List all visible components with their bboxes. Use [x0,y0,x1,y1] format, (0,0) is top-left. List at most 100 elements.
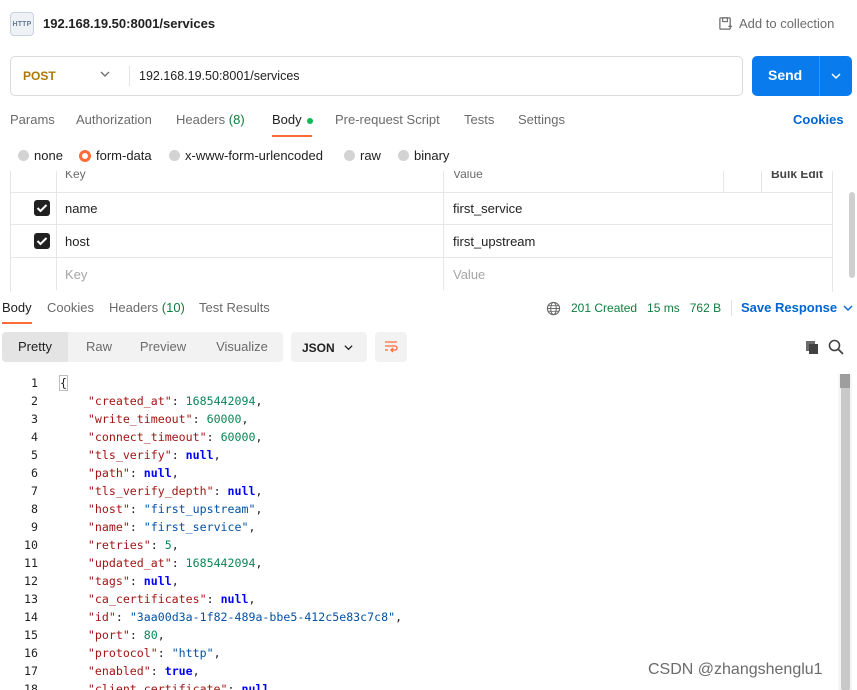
line-number: 10 [24,538,38,552]
tab-pre-request-script[interactable]: Pre-request Script [335,112,440,127]
add-to-collection-button[interactable]: Add to collection [718,16,834,31]
tab-params[interactable]: Params [10,112,55,127]
copy-icon[interactable] [804,339,820,355]
radio-urlencoded[interactable]: x-www-form-urlencoded [169,148,323,163]
code-line: "port": 80, [87,628,165,642]
method-select[interactable]: POST [23,69,56,83]
line-number: 18 [24,682,38,690]
code-line: "connect_timeout": 60000, [87,430,263,444]
tab-body[interactable]: Body [272,112,314,127]
tab-authorization[interactable]: Authorization [76,112,152,127]
line-number: 12 [24,574,38,588]
url-bar: POST 192.168.19.50:8001/services [10,56,743,96]
table-row: host first_upstream [11,225,832,258]
chevron-down-icon[interactable] [99,68,111,80]
format-select[interactable]: JSON [291,332,367,362]
url-input[interactable]: 192.168.19.50:8001/services [139,69,300,83]
json-value: null [227,484,256,498]
new-value-input[interactable]: Value [453,267,485,282]
line-number: 3 [31,412,38,426]
form-data-header: Key Value ⋯ Bulk Edit [11,171,832,193]
json-value: null [185,448,214,462]
tab-settings[interactable]: Settings [518,112,565,127]
radio-form-data-label: form-data [96,148,152,163]
cookies-link[interactable]: Cookies [793,112,844,127]
json-value: "first_upstream" [143,502,256,516]
form-table-scrollbar[interactable] [849,192,855,278]
code-line: "tls_verify": null, [87,448,221,462]
row-value[interactable]: first_service [453,201,522,216]
status-code[interactable]: 201 Created [571,301,637,315]
json-value: true [164,664,193,678]
line-number: 2 [31,394,38,408]
json-key: "id" [87,610,116,624]
json-key: "protocol" [87,646,158,660]
row-key[interactable]: name [65,201,98,216]
radio-raw[interactable]: raw [344,148,381,163]
radio-binary[interactable]: binary [398,148,449,163]
json-value: 1685442094 [185,394,256,408]
tab-headers-label: Headers [176,112,226,127]
resp-tab-headers[interactable]: Headers (10) [109,300,185,315]
json-key: "host" [87,502,130,516]
more-options-icon[interactable]: ⋯ [733,171,745,175]
bulk-edit-button[interactable]: Bulk Edit [771,171,823,181]
status-divider [731,300,733,316]
resp-tab-test-results[interactable]: Test Results [199,300,270,315]
table-row-empty: Key Value [11,258,832,290]
tab-tests[interactable]: Tests [464,112,494,127]
radio-form-data-dot [79,149,91,162]
view-pretty[interactable]: Pretty [2,332,68,362]
chevron-down-icon[interactable] [829,69,843,83]
url-divider [129,66,130,86]
radio-binary-dot [398,150,409,161]
code-line: "updated_at": 1685442094, [87,556,263,570]
tab-body-label: Body [272,112,302,127]
row-value[interactable]: first_upstream [453,234,535,249]
resp-tab-cookies[interactable]: Cookies [47,300,94,315]
line-number: 14 [24,610,38,624]
response-scrollbar[interactable] [841,374,850,690]
row-key[interactable]: host [65,234,90,249]
send-button[interactable]: Send [752,56,852,96]
search-icon[interactable] [828,339,844,355]
view-preview[interactable]: Preview [130,332,196,362]
wrap-lines-button[interactable] [375,332,407,362]
response-scrollbar-handle[interactable] [840,374,850,388]
response-view-switcher: Pretty Raw Preview Visualize [2,332,283,362]
row-checkbox[interactable] [34,200,50,216]
json-value: 5 [164,538,172,552]
radio-raw-label: raw [360,148,381,163]
resp-tab-headers-count: (10) [161,300,185,315]
radio-urlencoded-label: x-www-form-urlencoded [185,148,323,163]
tab-headers[interactable]: Headers (8) [176,112,245,127]
json-key: "enabled" [87,664,151,678]
json-key: "retries" [87,538,151,552]
view-raw[interactable]: Raw [68,332,130,362]
form-data-table: Key Value ⋯ Bulk Edit name first_service… [10,171,833,292]
radio-raw-dot [344,150,355,161]
code-line: "protocol": "http", [87,646,221,660]
wrap-lines-icon [385,341,398,353]
response-status-area: 201 Created 15 ms 762 B [546,300,733,316]
json-value: "3aa00d3a-1f82-489a-bbe5-412c5e83c7c8" [129,610,396,624]
json-value: null [143,466,172,480]
request-title-bar: HTTP 192.168.19.50:8001/services Add to … [0,0,857,48]
row-checkbox[interactable] [34,233,50,249]
active-tab-indicator [272,135,312,137]
modified-dot-icon [307,117,314,124]
json-brace: { [59,375,68,391]
json-key: "connect_timeout" [87,430,207,444]
new-key-input[interactable]: Key [65,267,87,282]
radio-form-data[interactable]: form-data [79,148,152,163]
request-title[interactable]: 192.168.19.50:8001/services [43,16,215,31]
globe-icon[interactable] [546,301,561,316]
response-time[interactable]: 15 ms [647,301,680,315]
radio-none[interactable]: none [18,148,63,163]
resp-tab-body[interactable]: Body [2,300,32,315]
response-size[interactable]: 762 B [690,301,721,315]
save-response-button[interactable]: Save Response [741,300,854,315]
code-line: "ca_certificates": null, [87,592,256,606]
view-visualize[interactable]: Visualize [202,332,282,362]
response-body-code[interactable]: 1 {2 "created_at": 1685442094, 3 "write_ti… [0,374,836,690]
